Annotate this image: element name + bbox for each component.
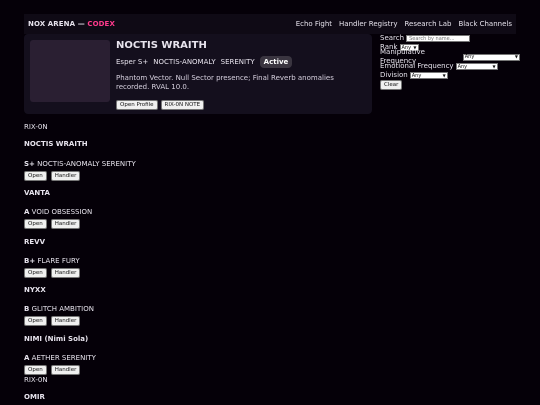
handler-button[interactable]: Handler	[50, 365, 81, 375]
entry-desc: VOID OBSESSION	[31, 208, 93, 216]
handler-button[interactable]: Handler	[50, 171, 81, 181]
entry-rank: A	[24, 354, 30, 362]
tag-frequency: SERENITY	[220, 58, 255, 66]
featured-tags: Esper S+ NOCTIS-ANOMALY SERENITY Active	[116, 56, 293, 68]
featured-title: NOCTIS WRAITH	[116, 40, 207, 51]
open-button[interactable]: Open	[24, 365, 47, 375]
top-nav-bar: NOX ARENA — CODEX Echo Fight Handler Reg…	[24, 14, 516, 34]
entry-rank-line: B+ FLARE FURY	[24, 257, 80, 265]
entry-desc: AETHER SERENITY	[31, 354, 96, 362]
featured-actions: Open Profile RIX-0N NOTE	[116, 100, 205, 110]
nav-handler-registry[interactable]: Handler Registry	[339, 20, 397, 28]
emot-select-value: Any	[457, 63, 468, 70]
entry-rank-line: S+ NOCTIS-ANOMALY SERENITY	[24, 160, 136, 168]
entry-rank-line: A AETHER SERENITY	[24, 354, 96, 362]
manip-select[interactable]: Any ▼	[462, 53, 520, 61]
filter-panel: Search Rank Any▼ Manipulative Frequency …	[380, 34, 520, 91]
status-badge: Active	[259, 56, 293, 68]
entry-actions: Open Handler	[24, 316, 81, 326]
note-button[interactable]: RIX-0N NOTE	[160, 100, 205, 110]
entry-name: VANTA	[24, 189, 50, 197]
entry-rank: A	[24, 208, 30, 216]
brand-separator: —	[75, 20, 88, 28]
open-button[interactable]: Open	[24, 268, 47, 278]
manip-select-value: Any	[464, 54, 475, 61]
main-nav: Echo Fight Handler Registry Research Lab…	[296, 20, 512, 28]
nav-black-channels[interactable]: Black Channels	[458, 20, 512, 28]
nav-echo-fight[interactable]: Echo Fight	[296, 20, 332, 28]
featured-portrait	[30, 40, 110, 102]
entry-rank: S+	[24, 160, 35, 168]
entry-name: NOCTIS WRAITH	[24, 140, 88, 148]
entry-rank: B	[24, 305, 30, 313]
tag-division: NOCTIS-ANOMALY	[153, 58, 216, 66]
clear-button[interactable]: Clear	[380, 80, 403, 91]
brand-name: NOX ARENA	[28, 20, 76, 28]
entry-actions: Open Handler	[24, 171, 81, 181]
division-label: Division	[380, 71, 408, 80]
entry-name: NYXX	[24, 286, 46, 294]
entry-name: OMIR	[24, 393, 45, 401]
featured-card: NOCTIS WRAITH Esper S+ NOCTIS-ANOMALY SE…	[24, 34, 372, 114]
list-heading: RIX-0N	[24, 123, 48, 131]
open-button[interactable]: Open	[24, 171, 47, 181]
entry-desc: GLITCH AMBITION	[31, 305, 94, 313]
emot-label: Emotional Frequency	[380, 62, 454, 71]
brand-highlight: CODEX	[87, 20, 115, 28]
chevron-down-icon: ▼	[514, 54, 518, 60]
emot-select[interactable]: Any ▼	[455, 63, 498, 71]
entry-rank-line: A VOID OBSESSION	[24, 208, 92, 216]
handler-button[interactable]: Handler	[50, 316, 81, 326]
entry-desc: FLARE FURY	[37, 257, 80, 265]
entry-rank: B+	[24, 257, 36, 265]
entry-actions: Open Handler	[24, 268, 81, 278]
handler-button[interactable]: Handler	[50, 268, 81, 278]
entry-actions: Open Handler	[24, 365, 81, 375]
featured-description: Phantom Vector. Null Sector presence; Fi…	[116, 74, 334, 91]
open-button[interactable]: Open	[24, 316, 47, 326]
entry-name: REVV	[24, 238, 46, 246]
entry-name: NIMI (Nimi Sola)	[24, 335, 89, 343]
brand-logo[interactable]: NOX ARENA — CODEX	[28, 20, 115, 28]
open-profile-button[interactable]: Open Profile	[116, 100, 158, 110]
tag-rank: Esper S+	[116, 58, 149, 66]
division-select[interactable]: Any ▼	[409, 72, 448, 80]
nav-research-lab[interactable]: Research Lab	[404, 20, 451, 28]
search-input[interactable]	[406, 35, 471, 43]
handler-button[interactable]: Handler	[50, 219, 81, 229]
entry-rank-line: B GLITCH AMBITION	[24, 305, 94, 313]
division-select-value: Any	[411, 72, 422, 79]
chevron-down-icon: ▼	[442, 72, 446, 78]
entry-actions: Open Handler	[24, 219, 81, 229]
search-label: Search	[380, 34, 405, 43]
entry-desc: NOCTIS-ANOMALY SERENITY	[37, 160, 136, 168]
chevron-down-icon: ▼	[492, 63, 496, 69]
open-button[interactable]: Open	[24, 219, 47, 229]
entry-note: RIX-0N	[24, 376, 48, 384]
